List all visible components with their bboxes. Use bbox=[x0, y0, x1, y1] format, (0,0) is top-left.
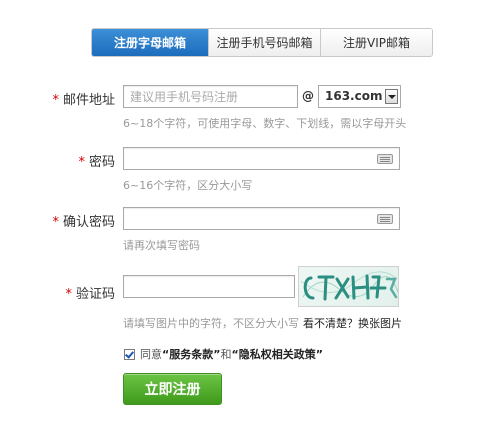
email-field[interactable] bbox=[123, 85, 298, 108]
domain-select[interactable]: 163.com bbox=[318, 85, 401, 108]
register-button[interactable]: 立即注册 bbox=[123, 373, 222, 405]
tab-letter-email[interactable]: 注册字母邮箱 bbox=[92, 29, 208, 56]
keyboard-icon[interactable] bbox=[377, 214, 393, 224]
captcha-image[interactable] bbox=[298, 266, 399, 307]
password-hint: 6~16个字符，区分大小写 bbox=[123, 179, 253, 192]
captcha-input[interactable] bbox=[130, 276, 288, 297]
password-input[interactable] bbox=[130, 148, 393, 169]
confirm-password-field[interactable] bbox=[123, 207, 400, 230]
terms-link[interactable]: “服务条款” bbox=[162, 346, 220, 362]
chevron-down-icon[interactable] bbox=[385, 89, 398, 104]
at-sign: @ bbox=[302, 89, 314, 103]
password-label: * 密码 bbox=[78, 155, 115, 170]
confirm-password-label: * 确认密码 bbox=[52, 215, 115, 230]
required-mark: * bbox=[52, 93, 59, 108]
registration-tabs: 注册字母邮箱 注册手机号码邮箱 注册VIP邮箱 bbox=[91, 28, 433, 57]
change-captcha-link[interactable]: 看不清楚？换张图片 bbox=[303, 315, 402, 331]
captcha-graphic bbox=[300, 271, 398, 301]
tab-vip-email[interactable]: 注册VIP邮箱 bbox=[320, 29, 432, 56]
required-mark: * bbox=[78, 155, 85, 170]
privacy-link[interactable]: “隐私权相关政策” bbox=[231, 346, 322, 362]
email-input[interactable] bbox=[130, 86, 291, 107]
confirm-password-hint: 请再次填写密码 bbox=[123, 239, 200, 252]
required-mark: * bbox=[65, 287, 72, 302]
password-field[interactable] bbox=[123, 147, 400, 170]
email-hint: 6~18个字符，可使用字母、数字、下划线，需以字母开头 bbox=[123, 117, 407, 130]
required-mark: * bbox=[52, 215, 59, 230]
captcha-field[interactable] bbox=[123, 275, 295, 298]
agreement-row: 同意 “服务条款” 和 “隐私权相关政策” bbox=[124, 346, 323, 362]
keyboard-icon[interactable] bbox=[377, 154, 393, 164]
captcha-label: * 验证码 bbox=[65, 287, 115, 302]
captcha-hint: 请填写图片中的字符，不区分大小写 bbox=[123, 317, 299, 330]
agree-checkbox[interactable] bbox=[124, 348, 135, 360]
domain-value: 163.com bbox=[325, 89, 383, 103]
tab-mobile-email[interactable]: 注册手机号码邮箱 bbox=[208, 29, 320, 56]
email-label: * 邮件地址 bbox=[52, 93, 115, 108]
confirm-password-input[interactable] bbox=[130, 208, 393, 229]
